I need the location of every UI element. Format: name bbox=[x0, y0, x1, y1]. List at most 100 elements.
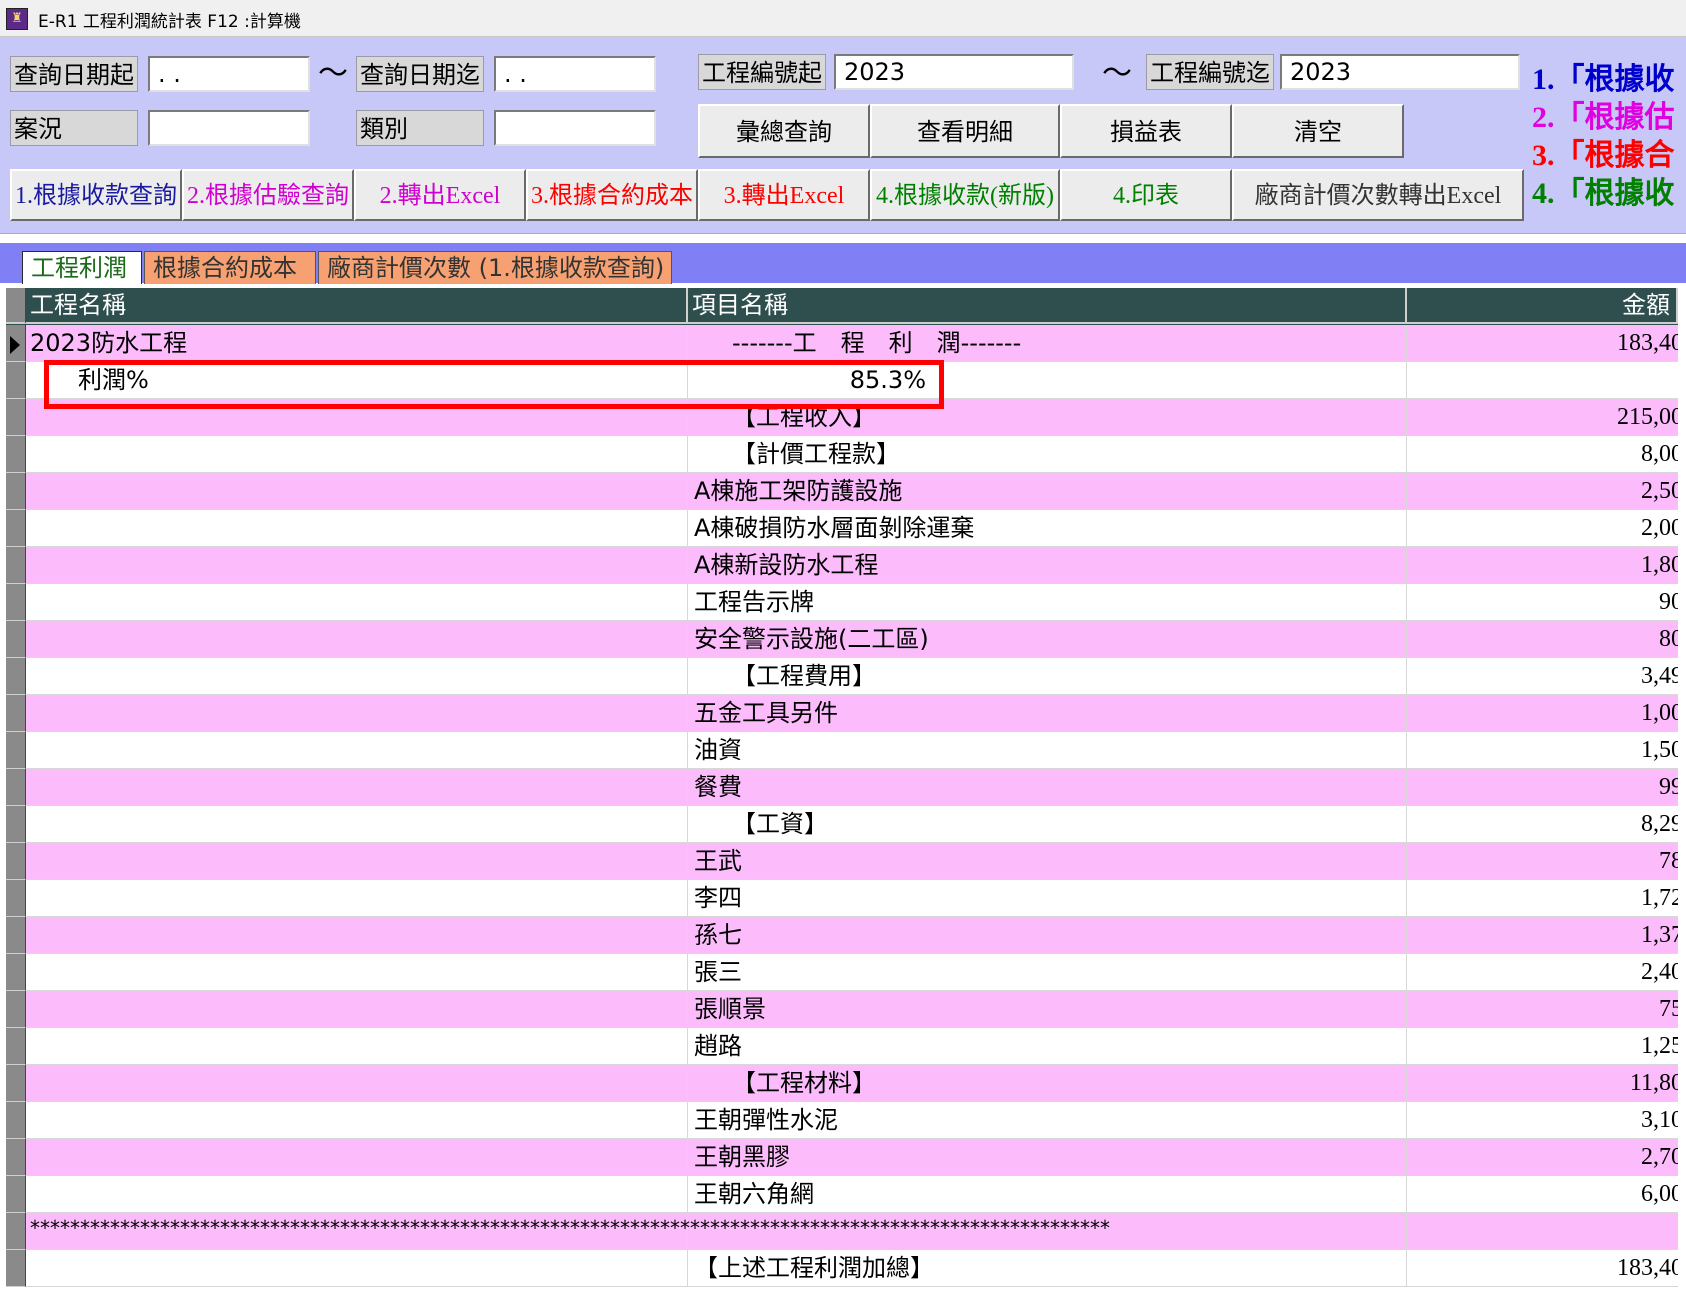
table-row[interactable]: 【計價工程款】8,000 bbox=[26, 436, 1678, 473]
table-row[interactable]: ****************************************… bbox=[26, 1213, 1678, 1250]
table-row[interactable]: 王朝彈性水泥3,100 bbox=[26, 1102, 1678, 1139]
row-selector[interactable] bbox=[6, 436, 26, 473]
table-row[interactable]: 2023防水工程-------工 程 利 潤-------183,407 bbox=[26, 325, 1678, 362]
by-contract-cost-button[interactable]: 3.根據合約成本 bbox=[526, 169, 698, 221]
table-row[interactable]: 五金工具另件1,000 bbox=[26, 695, 1678, 732]
row-selector[interactable] bbox=[6, 510, 26, 547]
row-selector[interactable] bbox=[6, 880, 26, 917]
table-row[interactable]: 油資1,500 bbox=[26, 732, 1678, 769]
table-row[interactable]: 張順景750 bbox=[26, 991, 1678, 1028]
category-input[interactable] bbox=[494, 110, 656, 146]
status-label: 案況 bbox=[10, 110, 138, 146]
row-selector[interactable] bbox=[6, 954, 26, 991]
cell-project-name: 2023防水工程 bbox=[26, 325, 688, 362]
date-from-label: 查詢日期起 bbox=[10, 56, 138, 92]
row-selector[interactable] bbox=[6, 658, 26, 695]
by-estimate-button[interactable]: 2.根據估驗查詢 bbox=[182, 169, 354, 221]
table-row[interactable]: 工程告示牌900 bbox=[26, 584, 1678, 621]
print-button[interactable]: 4.印表 bbox=[1060, 169, 1232, 221]
cell-item-name: A棟破損防水層面剝除運棄 bbox=[688, 510, 1407, 547]
grid-header: 工程名稱 項目名稱 金額 bbox=[6, 288, 1678, 325]
table-row[interactable]: A棟施工架防護設施2,500 bbox=[26, 473, 1678, 510]
cell-amount bbox=[1407, 1213, 1678, 1250]
row-selector[interactable] bbox=[6, 917, 26, 954]
table-row[interactable]: 孫七1,375 bbox=[26, 917, 1678, 954]
header-item-name[interactable]: 項目名稱 bbox=[688, 288, 1407, 324]
data-grid: 工程名稱 項目名稱 金額 2023防水工程 -------工 程 利 潤-----… bbox=[6, 288, 1678, 1308]
date-from-input[interactable]: . . bbox=[148, 56, 310, 92]
row-selector[interactable] bbox=[6, 732, 26, 769]
row-selector[interactable] bbox=[6, 1102, 26, 1139]
row-selector[interactable] bbox=[6, 584, 26, 621]
row-selector[interactable] bbox=[6, 1176, 26, 1213]
row-selector[interactable] bbox=[6, 362, 26, 399]
date-to-input[interactable]: . . bbox=[494, 56, 656, 92]
cell-project-name bbox=[26, 584, 688, 621]
row-selector[interactable] bbox=[6, 621, 26, 658]
cell-amount: 215,000 bbox=[1407, 399, 1678, 436]
cell-item-name: 王朝六角網 bbox=[688, 1176, 1407, 1213]
table-row[interactable]: 張三2,400 bbox=[26, 954, 1678, 991]
cell-item-name: 張三 bbox=[688, 954, 1407, 991]
pnl-button[interactable]: 損益表 bbox=[1060, 104, 1232, 158]
row-selector[interactable] bbox=[6, 473, 26, 510]
cell-project-name bbox=[26, 806, 688, 843]
tab-project-profit[interactable]: 工程利潤 bbox=[22, 251, 142, 284]
cell-item-name: 王朝彈性水泥 bbox=[688, 1102, 1407, 1139]
cell-item-name: -------工 程 利 潤------- bbox=[688, 325, 1407, 362]
view-detail-button[interactable]: 查看明細 bbox=[870, 104, 1060, 158]
table-row[interactable]: 【工程材料】11,800 bbox=[26, 1065, 1678, 1102]
table-row[interactable]: 王朝黑膠2,700 bbox=[26, 1139, 1678, 1176]
table-row[interactable]: 餐費999 bbox=[26, 769, 1678, 806]
cell-project-name bbox=[26, 510, 688, 547]
by-receipt-new-button[interactable]: 4.根據收款(新版) bbox=[870, 169, 1060, 221]
panel-separator bbox=[0, 233, 1686, 242]
table-row[interactable]: 李四1,728 bbox=[26, 880, 1678, 917]
cell-item-name: A棟施工架防護設施 bbox=[688, 473, 1407, 510]
row-selector[interactable] bbox=[6, 695, 26, 732]
export-excel-3-button[interactable]: 3.轉出Excel bbox=[698, 169, 870, 221]
cell-amount: 1,728 bbox=[1407, 880, 1678, 917]
table-row[interactable]: 王武789 bbox=[26, 843, 1678, 880]
cell-item-name: 王朝黑膠 bbox=[688, 1139, 1407, 1176]
cell-item-name: 孫七 bbox=[688, 917, 1407, 954]
row-selector[interactable] bbox=[6, 806, 26, 843]
cell-item-name: 趙路 bbox=[688, 1028, 1407, 1065]
project-no-from-input[interactable]: 2023 bbox=[834, 54, 1074, 90]
vendor-export-button[interactable]: 廠商計價次數轉出Excel bbox=[1232, 169, 1524, 221]
table-row[interactable]: 【上述工程利潤加總】183,407 bbox=[26, 1250, 1678, 1287]
summary-query-button[interactable]: 彙總查詢 bbox=[698, 104, 870, 158]
tab-contract-cost[interactable]: 根據合約成本 bbox=[144, 251, 316, 284]
row-selector[interactable] bbox=[6, 1028, 26, 1065]
table-row[interactable]: 【工程費用】3,499 bbox=[26, 658, 1678, 695]
table-row[interactable]: A棟破損防水層面剝除運棄2,000 bbox=[26, 510, 1678, 547]
row-selector[interactable] bbox=[6, 1213, 26, 1250]
tab-vendor-billing-count[interactable]: 廠商計價次數 (1.根據收款查詢) bbox=[318, 251, 672, 284]
cell-amount: 789 bbox=[1407, 843, 1678, 880]
row-selector[interactable] bbox=[6, 1139, 26, 1176]
row-selector[interactable] bbox=[6, 769, 26, 806]
header-amount[interactable]: 金額 bbox=[1407, 288, 1678, 324]
cell-project-name bbox=[26, 991, 688, 1028]
header-project-name[interactable]: 工程名稱 bbox=[26, 288, 688, 324]
cell-item-name: 【計價工程款】 bbox=[688, 436, 1407, 473]
row-selector[interactable] bbox=[6, 843, 26, 880]
table-row[interactable]: A棟新設防水工程1,800 bbox=[26, 547, 1678, 584]
table-row[interactable]: 安全警示設施(二工區)800 bbox=[26, 621, 1678, 658]
project-no-to-input[interactable]: 2023 bbox=[1280, 54, 1520, 90]
app-icon[interactable]: ♜ bbox=[6, 8, 28, 30]
table-row[interactable]: 王朝六角網6,000 bbox=[26, 1176, 1678, 1213]
row-selector[interactable] bbox=[6, 1250, 26, 1287]
export-excel-2-button[interactable]: 2.轉出Excel bbox=[354, 169, 526, 221]
row-selector[interactable] bbox=[6, 547, 26, 584]
table-row[interactable]: 【工資】8,294 bbox=[26, 806, 1678, 843]
table-row[interactable]: 趙路1,252 bbox=[26, 1028, 1678, 1065]
row-selector[interactable] bbox=[6, 991, 26, 1028]
status-input[interactable] bbox=[148, 110, 310, 146]
by-receipt-button[interactable]: 1.根據收款查詢 bbox=[10, 169, 182, 221]
row-selector[interactable] bbox=[6, 399, 26, 436]
clear-button[interactable]: 清空 bbox=[1232, 104, 1404, 158]
row-selector[interactable] bbox=[6, 1065, 26, 1102]
cell-amount: 1,375 bbox=[1407, 917, 1678, 954]
category-label: 類別 bbox=[356, 110, 484, 146]
